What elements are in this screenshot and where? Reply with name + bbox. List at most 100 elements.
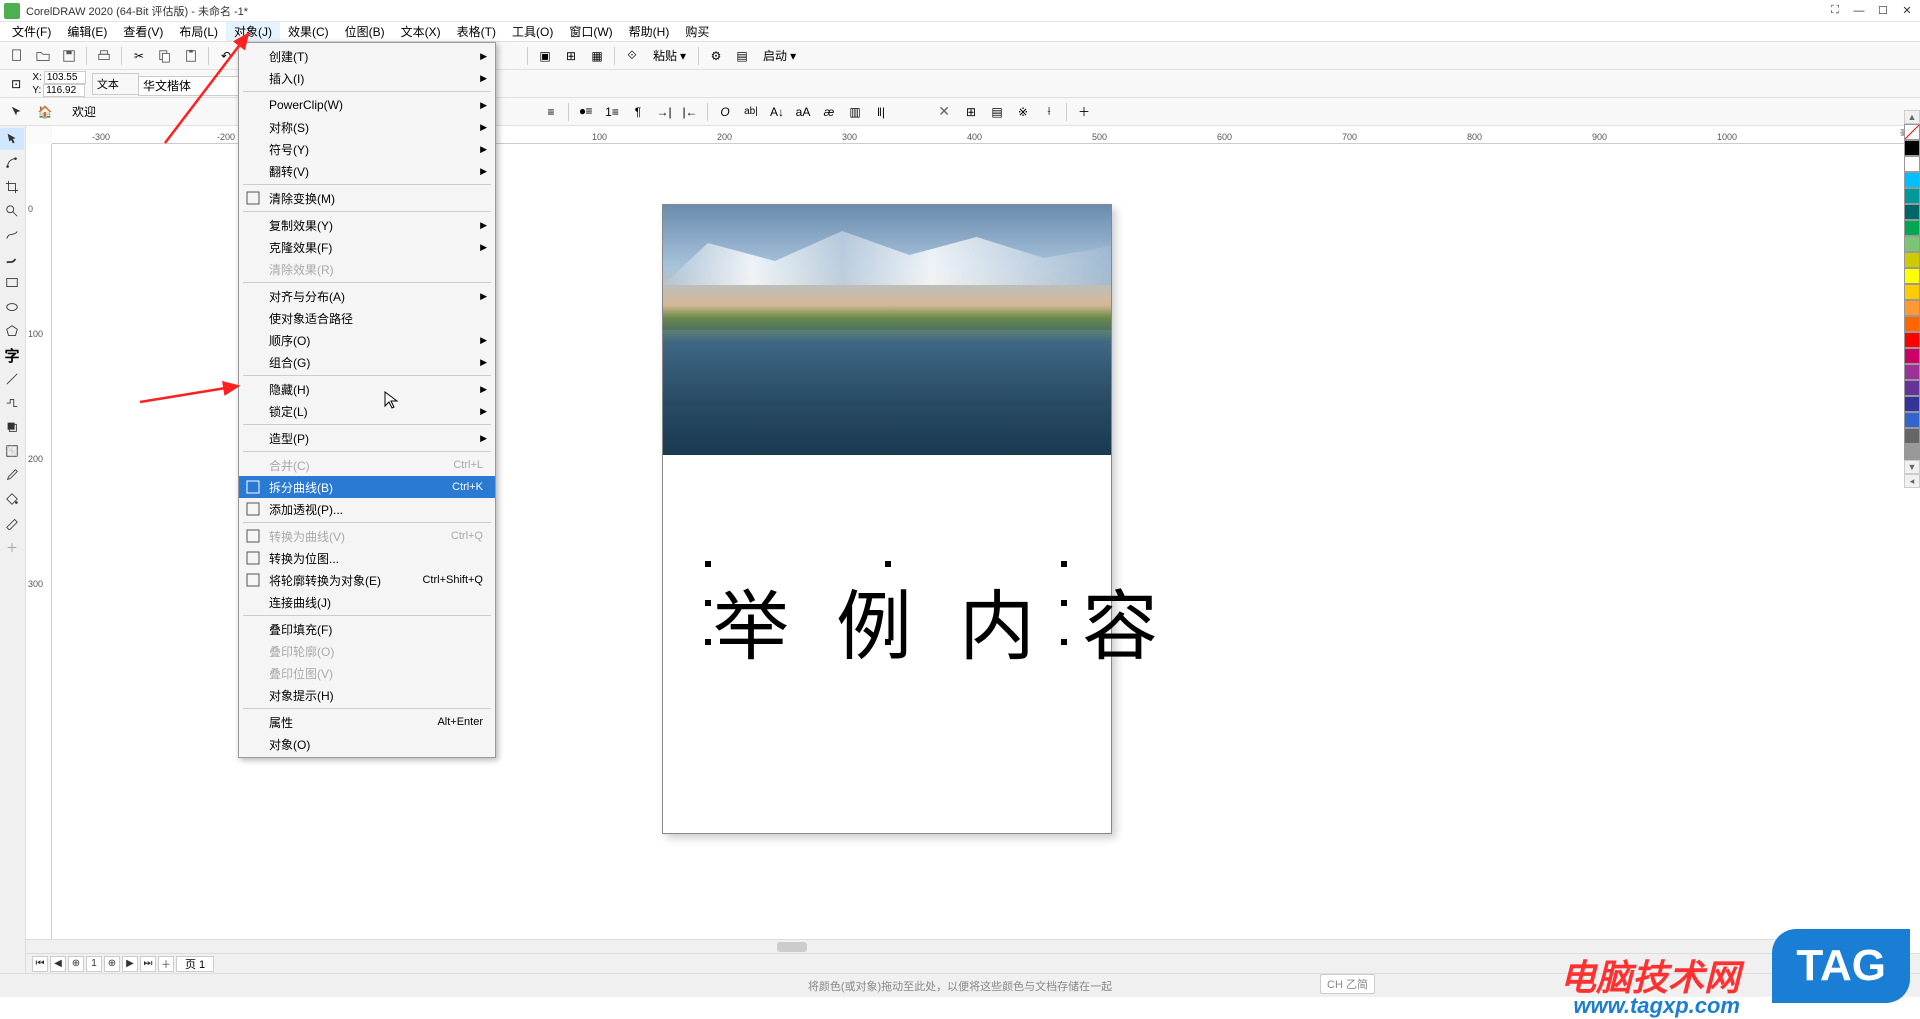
add-icon[interactable]: ＋ [1073,101,1095,123]
bullets-icon[interactable]: ⦁≡ [575,101,597,123]
menu-effect[interactable]: 效果(C) [280,22,337,41]
color-swatch[interactable] [1904,316,1920,332]
next-page-icon[interactable]: ▶ [122,956,138,972]
no-color-swatch[interactable] [1904,124,1920,140]
page-tab[interactable]: 页 1 [176,956,214,972]
selection-handle[interactable] [705,639,711,645]
menu-item[interactable]: 对象(O) [239,733,495,755]
snap-icon[interactable]: ⟐ [621,45,643,67]
ab-icon[interactable]: ab| [740,101,762,123]
x-input[interactable] [44,71,86,84]
color-swatch[interactable] [1904,236,1920,252]
shrink-icon[interactable]: ⛶ [1826,3,1844,19]
menu-item[interactable]: 顺序(O)▶ [239,329,495,351]
origin-icon[interactable]: ⊡ [6,73,26,95]
color-swatch[interactable] [1904,188,1920,204]
menu-item[interactable]: 插入(I)▶ [239,67,495,89]
add-page-icon[interactable]: ＋ [158,956,174,972]
pick-tool-icon[interactable] [0,128,24,150]
palette-up-icon[interactable]: ▲ [1904,110,1920,124]
menu-item[interactable]: 属性Alt+Enter [239,711,495,733]
menu-item[interactable]: 添加透视(P)... [239,498,495,520]
fill-tool-icon[interactable] [0,488,24,510]
indent-inc-icon[interactable]: →| [653,101,675,123]
menu-item[interactable]: 对齐与分布(A)▶ [239,285,495,307]
undo-icon[interactable]: ↶ [215,45,237,67]
tab-close-icon[interactable]: ✕ [938,103,950,120]
color-swatch[interactable] [1904,284,1920,300]
menu-item[interactable]: 叠印填充(F) [239,618,495,640]
dropcap-icon[interactable]: ¶ [627,101,649,123]
color-swatch[interactable] [1904,348,1920,364]
menu-object[interactable]: 对象(J) [226,22,280,41]
color-swatch[interactable] [1904,444,1920,460]
text-dir-icon[interactable]: ‖| [870,101,892,123]
color-swatch[interactable] [1904,204,1920,220]
palette-down-icon[interactable]: ▼ [1904,460,1920,474]
text-a2-icon[interactable]: aA [792,101,814,123]
menu-item[interactable]: 清除变换(M) [239,187,495,209]
welcome-tab[interactable]: 欢迎 [62,101,106,123]
freehand-tool-icon[interactable] [0,224,24,246]
add-page-after-icon[interactable]: ⊕ [104,956,120,972]
zoom-tool-icon[interactable] [0,200,24,222]
text-frame-o-icon[interactable]: O [714,101,736,123]
minimize-icon[interactable]: — [1850,3,1868,19]
color-swatch[interactable] [1904,300,1920,316]
drop-shadow-icon[interactable] [0,416,24,438]
export-icon[interactable]: ▤ [731,45,753,67]
color-swatch[interactable] [1904,364,1920,380]
eyedropper-icon[interactable] [0,464,24,486]
color-swatch[interactable] [1904,380,1920,396]
open-icon[interactable] [32,45,54,67]
menu-item[interactable]: 锁定(L)▶ [239,400,495,422]
menu-item[interactable]: 翻转(V)▶ [239,160,495,182]
selection-handle[interactable] [705,600,711,606]
y-input[interactable] [43,84,85,97]
color-swatch[interactable] [1904,396,1920,412]
connector-icon[interactable] [0,392,24,414]
numbering-icon[interactable]: 1≡ [601,101,623,123]
menu-item[interactable]: 转换为位图... [239,547,495,569]
menu-buy[interactable]: 购买 [677,22,717,41]
outline-tool-icon[interactable] [0,512,24,534]
text-a-icon[interactable]: A↓ [766,101,788,123]
cut-icon[interactable]: ✂ [128,45,150,67]
scrollbar-thumb[interactable] [777,942,807,952]
artistic-text-object[interactable]: 举 例 内 容 [713,565,1172,675]
paste-icon[interactable] [180,45,202,67]
add-page-before-icon[interactable]: ⊕ [68,956,84,972]
color-swatch[interactable] [1904,220,1920,236]
menu-item[interactable]: 创建(T)▶ [239,45,495,67]
color-swatch[interactable] [1904,252,1920,268]
options-icon[interactable]: ⚙ [705,45,727,67]
menu-item[interactable]: 拆分曲线(B)Ctrl+K [239,476,495,498]
close-icon[interactable]: ✕ [1898,3,1916,19]
copy-icon[interactable] [154,45,176,67]
menu-tools[interactable]: 工具(O) [504,22,561,41]
menu-file[interactable]: 文件(F) [4,22,59,41]
artistic-media-icon[interactable] [0,248,24,270]
menu-item[interactable]: 隐藏(H)▶ [239,378,495,400]
rectangle-tool-icon[interactable] [0,272,24,294]
selection-handle[interactable] [705,561,711,567]
menu-help[interactable]: 帮助(H) [621,22,678,41]
grid-icon[interactable]: ▦ [586,45,608,67]
home-icon[interactable]: 🏠 [34,101,56,123]
menu-item[interactable]: 对象提示(H) [239,684,495,706]
menu-edit[interactable]: 编辑(E) [59,22,115,41]
new-doc-icon[interactable] [6,45,28,67]
selection-handle[interactable] [885,639,891,645]
color-swatch[interactable] [1904,268,1920,284]
paste-dropdown[interactable]: 粘贴 ▾ [647,45,692,67]
menu-window[interactable]: 窗口(W) [561,22,620,41]
menu-item[interactable]: 组合(G)▶ [239,351,495,373]
pick-tool-small-icon[interactable] [6,101,28,123]
save-icon[interactable] [58,45,80,67]
show-rulers-icon[interactable]: ⊞ [560,45,582,67]
selection-handle[interactable] [1061,639,1067,645]
color-swatch[interactable] [1904,156,1920,172]
ligature-icon[interactable]: æ [818,101,840,123]
menu-item[interactable]: 将轮廓转换为对象(E)Ctrl+Shift+Q [239,569,495,591]
ellipse-tool-icon[interactable] [0,296,24,318]
